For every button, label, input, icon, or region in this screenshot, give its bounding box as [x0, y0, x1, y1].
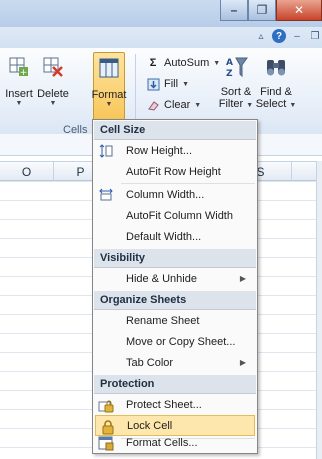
menu-item-label: Row Height...: [126, 144, 193, 157]
menu-item-label: AutoFit Row Height: [126, 165, 221, 178]
column-width-icon: [97, 186, 114, 203]
binoculars-icon: [263, 54, 289, 80]
group-separator: [135, 54, 136, 126]
menu-item-autofit-column-width[interactable]: AutoFit Column Width: [94, 205, 256, 226]
menu-item-label: AutoFit Column Width: [126, 209, 233, 222]
submenu-arrow-icon: ▶: [239, 274, 246, 283]
menu-item-label: Protect Sheet...: [126, 398, 202, 411]
select-label: Select ▼: [255, 98, 297, 110]
svg-text:A: A: [226, 58, 233, 68]
autosum-label: AutoSum: [164, 57, 210, 69]
sort-filter-icon: A Z: [223, 54, 249, 80]
format-button[interactable]: Format ▼: [91, 52, 127, 122]
filter-label: Filter ▼: [218, 98, 254, 110]
caret-up-icon[interactable]: ▵: [254, 29, 268, 43]
chevron-down-icon: ▼: [49, 100, 57, 107]
menu-section-cell-size: Cell Size: [94, 121, 256, 140]
restore-button[interactable]: ❐: [248, 0, 276, 21]
menu-item-default-width[interactable]: Default Width...: [94, 226, 256, 247]
delete-button[interactable]: Delete ▼: [36, 52, 70, 126]
column-header-o[interactable]: O: [0, 162, 54, 181]
insert-label: Insert: [5, 88, 33, 100]
submenu-arrow-icon: ▶: [239, 358, 246, 367]
menu-item-rename-sheet[interactable]: Rename Sheet: [94, 310, 256, 331]
clear-label: Clear: [164, 99, 191, 111]
chevron-down-icon: ▼: [182, 80, 189, 88]
autosum-button[interactable]: Σ AutoSum ▼: [146, 56, 221, 70]
minimize-button[interactable]: –: [220, 0, 248, 21]
format-cells-icon: [96, 55, 122, 81]
ribbon-controls: ▵ ? – ❐: [254, 29, 322, 43]
minimize-ribbon-icon[interactable]: –: [290, 29, 304, 43]
menu-item-move-copy-sheet[interactable]: Move or Copy Sheet...: [94, 331, 256, 352]
sigma-icon: Σ: [149, 57, 157, 69]
menu-item-column-width[interactable]: Column Width...: [94, 184, 256, 205]
menu-item-label: Column Width...: [126, 188, 205, 201]
insert-button[interactable]: + Insert ▼: [2, 52, 36, 126]
format-label: Format: [91, 89, 127, 101]
insert-cells-icon: +: [6, 54, 32, 80]
menu-item-label: Format Cells...: [126, 436, 198, 449]
svg-text:Z: Z: [226, 69, 233, 79]
chevron-down-icon: ▼: [15, 100, 23, 107]
menu-section-protection: Protection: [94, 375, 256, 394]
fill-down-icon: [146, 77, 160, 91]
menu-section-visibility: Visibility: [94, 249, 256, 268]
menu-item-label: Move or Copy Sheet...: [126, 335, 236, 348]
help-icon[interactable]: ?: [272, 29, 286, 43]
fill-button[interactable]: Fill ▼: [146, 77, 189, 91]
eraser-icon: [146, 98, 160, 112]
find-label: Find &: [260, 86, 292, 98]
window-controls: – ❐ ✕: [220, 0, 322, 21]
fill-label: Fill: [164, 78, 179, 90]
menu-item-autofit-row-height[interactable]: AutoFit Row Height: [94, 161, 256, 182]
menu-item-hide-unhide[interactable]: Hide & Unhide ▶: [94, 268, 256, 289]
menu-item-label: Hide & Unhide: [126, 272, 197, 285]
title-bar: – ❐ ✕: [0, 0, 322, 27]
menu-item-format-cells[interactable]: Format Cells...: [94, 432, 256, 453]
find-select-button[interactable]: Find & Select ▼: [256, 52, 296, 126]
menu-item-label: Default Width...: [126, 230, 202, 243]
menu-item-row-height[interactable]: Row Height...: [94, 140, 256, 161]
menu-item-protect-sheet[interactable]: Protect Sheet...: [94, 394, 256, 415]
menu-item-label: Rename Sheet: [126, 314, 200, 327]
vertical-scrollbar[interactable]: [316, 161, 322, 459]
delete-cells-icon: [40, 54, 66, 80]
format-dropdown-menu: Cell Size Row Height... AutoFit Row Heig…: [92, 119, 258, 454]
menu-item-label: Lock Cell: [127, 419, 173, 432]
restore-ribbon-icon[interactable]: ❐: [308, 29, 322, 43]
format-cells-dialog-icon: [97, 434, 114, 451]
menu-section-organize-sheets: Organize Sheets: [94, 291, 256, 310]
delete-label: Delete: [37, 88, 69, 100]
chevron-down-icon: ▼: [194, 101, 202, 109]
clear-button[interactable]: Clear ▼: [146, 98, 201, 112]
row-height-icon: [97, 142, 114, 159]
close-button[interactable]: ✕: [276, 0, 322, 21]
sort-filter-button[interactable]: A Z Sort & Filter ▼: [218, 52, 254, 126]
svg-text:+: +: [20, 68, 28, 78]
menu-item-label: Tab Color: [126, 356, 174, 369]
protect-sheet-icon: [97, 396, 114, 413]
ribbon-tab-strip: ▵ ? – ❐: [0, 27, 322, 48]
chevron-down-icon: ▼: [105, 101, 113, 108]
sort-label: Sort &: [220, 86, 252, 98]
menu-item-tab-color[interactable]: Tab Color ▶: [94, 352, 256, 373]
